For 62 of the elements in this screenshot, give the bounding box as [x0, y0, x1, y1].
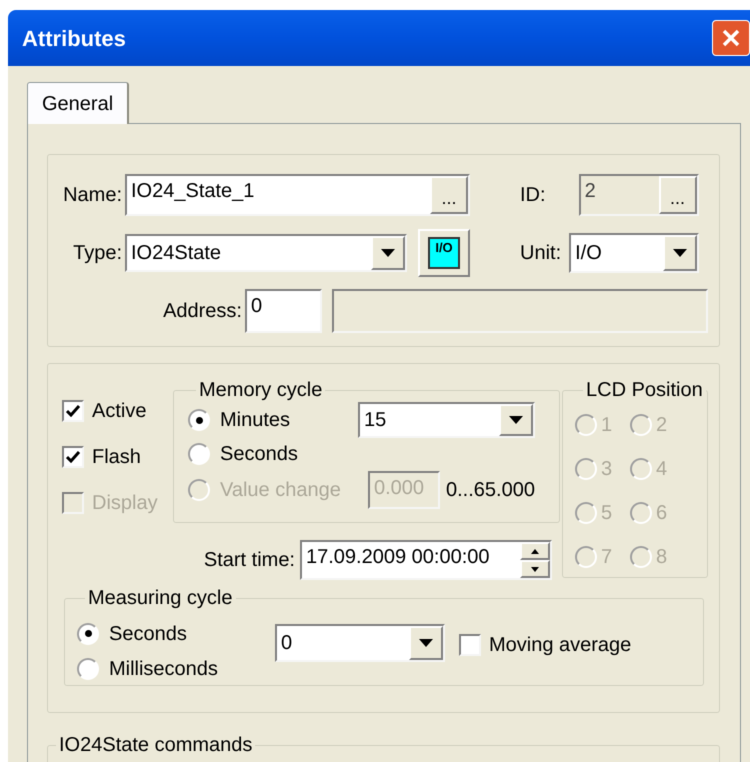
caret-icon: [509, 416, 523, 424]
dropdown[interactable]: 0: [275, 624, 445, 662]
start-time-field[interactable]: 17.09.2009 00:00:00: [300, 540, 552, 580]
radio-button[interactable]: [188, 409, 210, 431]
radio-button[interactable]: [77, 622, 99, 644]
field-label: ID:: [520, 183, 546, 208]
id-field[interactable]: 2 ...: [578, 174, 699, 216]
close-icon: [722, 29, 740, 47]
radio-button[interactable]: [188, 443, 210, 465]
field-label: Address:: [162, 299, 242, 324]
io-button[interactable]: I/O: [418, 229, 470, 277]
dropdown[interactable]: I/O: [569, 233, 700, 273]
group-title: IO24State commands: [58, 733, 254, 757]
radio-label: 5: [601, 501, 612, 526]
dropdown[interactable]: 15: [358, 402, 535, 438]
tab[interactable]: General: [27, 82, 130, 124]
caret-icon: [419, 639, 433, 647]
range-text: 0...65.000: [446, 478, 535, 503]
down-arrow-icon: [531, 566, 539, 572]
checkbox-label: Flash: [92, 445, 141, 470]
group-title: Measuring cycle: [87, 586, 234, 610]
radio-label: 3: [601, 457, 612, 482]
browse-button[interactable]: ...: [658, 176, 697, 214]
radio-label: Value change: [220, 478, 341, 503]
radio-label: 8: [656, 545, 668, 570]
group-title: Memory cycle: [198, 378, 324, 402]
radio-label: 1: [601, 413, 612, 438]
group-title: LCD Position: [585, 378, 704, 402]
checkbox-label: Moving average: [489, 633, 632, 658]
field-label: Start time:: [202, 548, 295, 573]
field-label: Unit:: [520, 241, 562, 266]
name-field[interactable]: IO24_State_1 ...: [125, 174, 470, 216]
radio-label: 4: [656, 457, 668, 482]
checkbox-label: Display: [92, 491, 158, 516]
dropdown[interactable]: IO24State: [125, 234, 407, 272]
close-button[interactable]: [712, 20, 750, 56]
radio-label: 7: [601, 545, 612, 570]
caret-icon: [381, 249, 395, 257]
value-change-field: 0.000: [368, 471, 440, 509]
radio-label: Minutes: [220, 408, 290, 433]
check-icon: [66, 451, 80, 463]
spin-up-button[interactable]: [520, 542, 550, 560]
radio-label: Seconds: [109, 622, 187, 646]
check-icon: [66, 405, 80, 417]
radio-label: 6: [656, 501, 668, 526]
radio-label: Milliseconds: [109, 656, 218, 682]
checkbox[interactable]: [62, 400, 84, 422]
field-label: Type:: [72, 241, 122, 266]
radio-button[interactable]: [77, 658, 99, 680]
radio-label: 2: [656, 413, 668, 438]
spin-down-button[interactable]: [520, 560, 550, 578]
caret-icon: [673, 249, 688, 257]
browse-button[interactable]: ...: [430, 176, 468, 214]
window-title: Attributes: [22, 24, 127, 52]
up-arrow-icon: [531, 548, 539, 554]
checkbox[interactable]: [62, 446, 84, 468]
io-icon: I/O: [428, 237, 460, 269]
radio-label: Seconds: [220, 442, 298, 467]
address-field[interactable]: 0: [245, 289, 322, 333]
checkbox[interactable]: [459, 634, 481, 656]
checkbox-label: Active: [92, 399, 146, 424]
field-label: Name:: [62, 183, 122, 208]
